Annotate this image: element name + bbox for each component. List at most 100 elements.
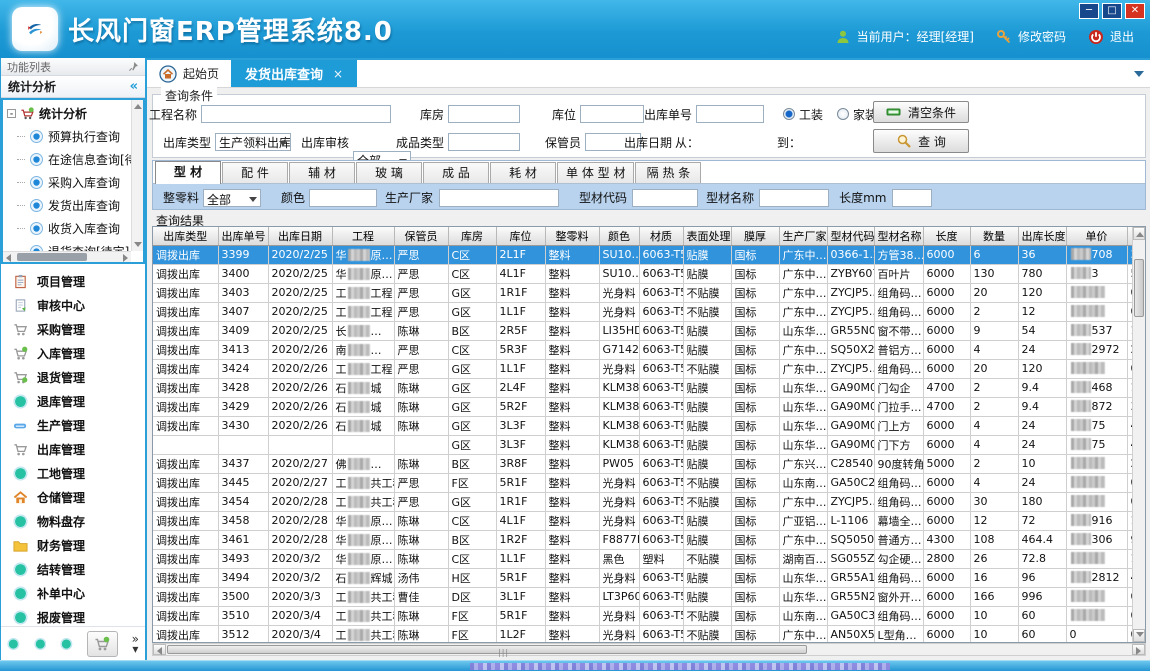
footer-dot-icon[interactable] <box>34 636 47 652</box>
sidebar-item[interactable]: 结转管理 <box>1 557 145 581</box>
factory-input[interactable] <box>439 189 559 207</box>
column-header-qty[interactable]: 数量 <box>970 227 1018 245</box>
table-row[interactable]: 调拨出库34072020/2/25工工程严思G区1L1F整料光身料6063-T5… <box>153 302 1146 321</box>
table-row[interactable]: 调拨出库35122020/3/4工共工程陈琳F区1L2F整料光身料6063-T5… <box>153 625 1146 643</box>
scroll-left-icon[interactable] <box>6 254 11 262</box>
table-row[interactable]: 调拨出库34292020/2/26石城陈琳G区5R2F整料KLM38176063… <box>153 397 1146 416</box>
footer-dot-icon[interactable] <box>7 636 20 652</box>
table-row[interactable]: 调拨出库34132020/2/26南…严思C区5R3F整料G714226063-… <box>153 340 1146 359</box>
column-header-wh[interactable]: 库房 <box>448 227 496 245</box>
material-tab[interactable]: 型 材 <box>155 161 221 184</box>
tab-close-icon[interactable]: × <box>333 67 343 81</box>
order-no-input[interactable] <box>696 105 764 123</box>
table-row[interactable]: 调拨出库34302020/2/26石城陈琳G区3L3F整料KLM38176063… <box>153 416 1146 435</box>
scroll-up-button[interactable] <box>1133 227 1145 240</box>
table-row[interactable]: 调拨出库34092020/2/25长…陈琳B区2R5F整料LI35HD6063-… <box>153 321 1146 340</box>
profile-name-input[interactable] <box>759 189 829 207</box>
clear-conditions-button[interactable]: 清空条件 <box>873 101 969 123</box>
length-input[interactable] <box>892 189 932 207</box>
vertical-scroll-thumb[interactable] <box>1134 259 1144 317</box>
table-vertical-scrollbar[interactable] <box>1132 227 1145 642</box>
sidebar-item[interactable]: 报废管理 <box>1 605 145 626</box>
stats-group-header[interactable]: 统计分析 « <box>1 76 145 98</box>
tab-shipment-query[interactable]: 发货出库查询 × <box>231 60 357 87</box>
sidebar-item[interactable]: 生产管理 <box>1 413 145 437</box>
table-row[interactable]: 调拨出库33992020/2/25华原…严思C区2L1F整料SU10…6063-… <box>153 245 1146 264</box>
close-button[interactable]: ✕ <box>1125 3 1145 19</box>
column-header-project[interactable]: 工程 <box>332 227 394 245</box>
table-row[interactable]: G区3L3F整料KLM38176063-T5贴膜国标山东华…GA90M09.门下… <box>153 435 1146 454</box>
material-tab[interactable]: 成 品 <box>423 162 489 183</box>
sidebar-item[interactable]: 物料盘存 <box>1 509 145 533</box>
material-tab[interactable]: 玻 璃 <box>356 162 422 183</box>
horizontal-scroll-thumb[interactable]: ||| <box>167 645 807 654</box>
sidebar-item[interactable]: 项目管理 <box>1 269 145 293</box>
column-header-price[interactable]: 单价 <box>1066 227 1127 245</box>
table-row[interactable]: 调拨出库34242020/2/26工工程严思G区1L1F整料光身料6063-T5… <box>153 359 1146 378</box>
table-row[interactable]: 调拨出库34282020/2/26石城陈琳G区2L4F整料KLM38176063… <box>153 378 1146 397</box>
sidebar-item[interactable]: 补单中心 <box>1 581 145 605</box>
table-horizontal-scrollbar[interactable]: ||| <box>152 643 1146 656</box>
minimize-button[interactable]: ─ <box>1079 3 1099 19</box>
maximize-button[interactable]: □ <box>1102 3 1122 19</box>
column-header-loc[interactable]: 库位 <box>496 227 545 245</box>
footer-cart-button[interactable] <box>87 631 118 657</box>
project-name-input[interactable] <box>201 105 391 123</box>
scroll-right-icon[interactable] <box>123 254 128 262</box>
color-input[interactable] <box>309 189 377 207</box>
tab-home[interactable]: 起始页 <box>147 60 231 87</box>
column-header-code[interactable]: 型材代码 <box>827 227 874 245</box>
collapse-icon[interactable]: « <box>130 79 138 94</box>
table-row[interactable]: 调拨出库34542020/2/28工共工程严思G区1R1F整料光身料6063-T… <box>153 492 1146 511</box>
material-tab[interactable]: 耗 材 <box>490 162 556 183</box>
column-header-whole[interactable]: 整零料 <box>545 227 599 245</box>
material-tab[interactable]: 隔 热 条 <box>635 162 701 183</box>
material-tab[interactable]: 单 体 型 材 <box>557 162 634 183</box>
scroll-down-button[interactable] <box>1133 629 1145 642</box>
tree-item[interactable]: 发货出库查询 <box>7 194 143 217</box>
scroll-down-icon[interactable] <box>134 242 142 247</box>
sidebar-item[interactable]: 财务管理 <box>1 533 145 557</box>
material-tab[interactable]: 辅 材 <box>289 162 355 183</box>
tree-root[interactable]: - 统计分析 <box>7 102 143 125</box>
radio-gongzhuang[interactable]: 工装 <box>783 105 823 123</box>
column-header-surf[interactable]: 表面处理 <box>683 227 731 245</box>
sidebar-item[interactable]: 工地管理 <box>1 461 145 485</box>
column-header-mat[interactable]: 材质 <box>639 227 683 245</box>
column-header-keeper[interactable]: 保管员 <box>394 227 448 245</box>
tree-item[interactable]: 采购入库查询 <box>7 171 143 194</box>
product-type-input[interactable] <box>448 133 520 151</box>
sidebar-item[interactable]: 审核中心 <box>1 293 145 317</box>
table-row[interactable]: 调拨出库35102020/3/4工共工程陈琳F区5R1F整料光身料6063-T5… <box>153 606 1146 625</box>
table-row[interactable]: 调拨出库34612020/2/28华原…陈琳B区1R2F整料F8877FT606… <box>153 530 1146 549</box>
tree-item[interactable]: 退库管理[待定] <box>7 263 143 264</box>
column-header-name[interactable]: 型材名称 <box>874 227 923 245</box>
footer-dot-icon[interactable] <box>60 636 73 652</box>
change-password-button[interactable]: 修改密码 <box>996 28 1066 45</box>
search-button[interactable]: 查 询 <box>873 129 969 153</box>
tree-item[interactable]: 收货入库查询 <box>7 217 143 240</box>
sidebar-item[interactable]: 入库管理 <box>1 341 145 365</box>
out-type-select[interactable]: 生产领料出库 <box>215 133 291 151</box>
scroll-up-icon[interactable] <box>134 104 142 109</box>
radio-jiazhuang[interactable]: 家装 <box>837 105 877 123</box>
scroll-thumb[interactable] <box>17 253 87 261</box>
column-header-no[interactable]: 出库单号 <box>218 227 268 245</box>
warehouse-input[interactable] <box>448 105 520 123</box>
tree-item[interactable]: 在途信息查询[待 <box>7 148 143 171</box>
pin-icon[interactable] <box>128 61 139 72</box>
table-row[interactable]: 调拨出库34372020/2/27佛…陈琳B区3R8F整料PW056063-T5… <box>153 454 1146 473</box>
column-header-film[interactable]: 膜厚 <box>731 227 779 245</box>
column-header-color[interactable]: 颜色 <box>599 227 639 245</box>
column-header-factory[interactable]: 生产厂家 <box>779 227 827 245</box>
sidebar-item[interactable]: 退库管理 <box>1 389 145 413</box>
column-header-date[interactable]: 出库日期 <box>268 227 332 245</box>
logout-button[interactable]: 退出 <box>1088 28 1134 45</box>
profile-code-input[interactable] <box>632 189 698 207</box>
table-row[interactable]: 调拨出库34932020/3/2华原…陈琳C区1L1F整料黑色塑料不贴膜国标湖南… <box>153 549 1146 568</box>
table-row[interactable]: 调拨出库34582020/2/28华原…陈琳C区4L1F整料光身料6063-T5… <box>153 511 1146 530</box>
column-header-type[interactable]: 出库类型 <box>153 227 218 245</box>
sidebar-item[interactable]: 采购管理 <box>1 317 145 341</box>
sidebar-item[interactable]: 出库管理 <box>1 437 145 461</box>
table-row[interactable]: 调拨出库34032020/2/25工工程严思G区1R1F整料光身料6063-T5… <box>153 283 1146 302</box>
